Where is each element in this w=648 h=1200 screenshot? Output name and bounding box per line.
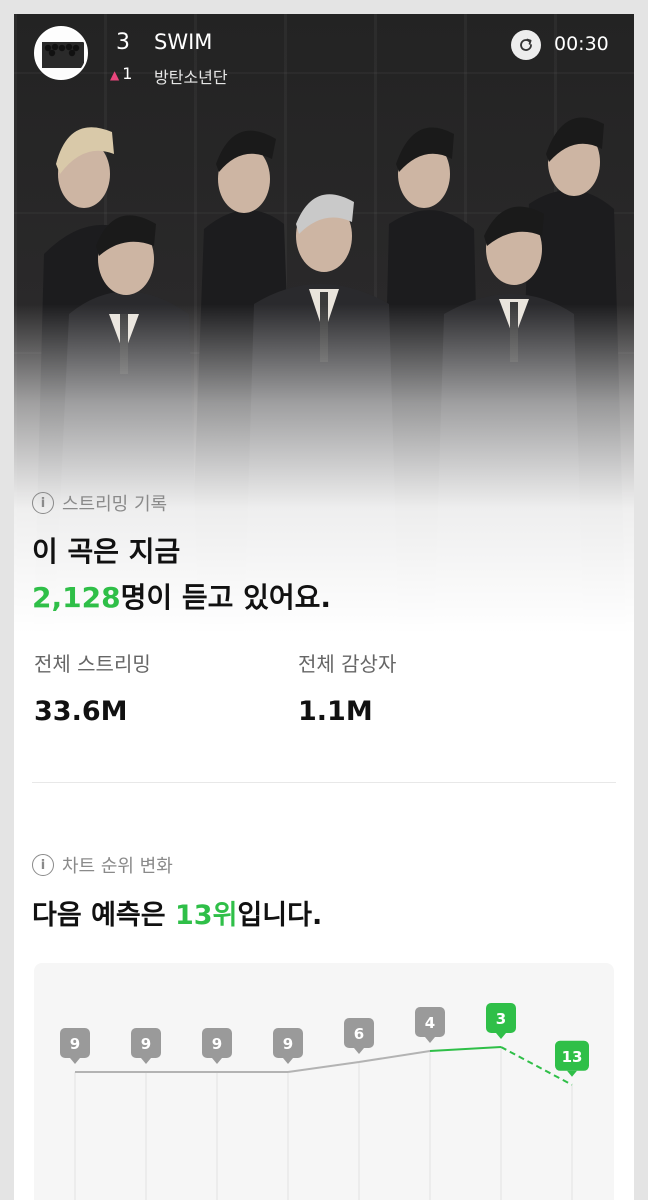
chart-series-segment	[358, 1050, 431, 1063]
rank-chart-section-title: 차트 순위 변화	[62, 856, 173, 877]
refresh-timer: 00:30	[554, 33, 609, 55]
refresh-button[interactable]	[511, 30, 541, 60]
refresh-icon	[520, 38, 532, 51]
info-icon[interactable]: i	[32, 492, 54, 514]
prediction-headline: 다음 예측은 13위입니다.	[32, 893, 322, 932]
chart-marker-pointer	[425, 1037, 435, 1043]
frame-top	[0, 0, 648, 14]
chart-rank: 3	[116, 30, 130, 55]
now-playing-header: 3 ▲ 1 SWIM 방탄소년단 00:30	[14, 14, 634, 94]
chart-marker-pointer	[354, 1048, 364, 1054]
album-thumbnail-image	[36, 28, 86, 78]
chart-marker-pointer	[212, 1058, 222, 1064]
info-icon[interactable]: i	[32, 854, 54, 876]
total-listeners-label: 전체 감상자	[298, 652, 397, 676]
prediction-prefix: 다음 예측은	[32, 900, 175, 931]
frame-left	[0, 0, 14, 1200]
chart-marker-pointer	[141, 1058, 151, 1064]
streaming-section-title: 스트리밍 기록	[62, 494, 168, 515]
rank-change-value: 1	[122, 64, 133, 83]
streaming-headline-line1: 이 곡은 지금	[32, 535, 181, 568]
rank-change: ▲ 1	[110, 64, 132, 83]
chart-rank-label: 4	[425, 1014, 435, 1032]
rank-chart: 9 9 9 9 6 4 3 13	[34, 963, 614, 1200]
rank-chart-section-label: i 차트 순위 변화	[32, 852, 173, 878]
artist-name[interactable]: 방탄소년단	[154, 64, 228, 88]
predicted-rank: 13위	[175, 900, 238, 931]
chart-rank-label: 13	[562, 1048, 583, 1066]
total-listeners-value: 1.1M	[298, 696, 373, 727]
chart-rank-label: 9	[212, 1035, 222, 1053]
streaming-headline-line2: 2,128명이 듣고 있어요.	[32, 576, 331, 616]
chart-series-segment	[287, 1061, 360, 1073]
chart-marker-pointer	[567, 1070, 577, 1077]
chart-rank-label: 9	[141, 1035, 151, 1053]
chart-rank-label: 9	[70, 1035, 80, 1053]
total-streams-label: 전체 스트리밍	[34, 652, 151, 676]
chart-rank-label: 6	[354, 1025, 364, 1043]
section-divider	[32, 782, 616, 783]
total-streams-value: 33.6M	[34, 696, 128, 727]
current-listeners: 2,128	[32, 581, 121, 614]
chart-rank-label: 3	[496, 1010, 506, 1028]
album-thumbnail[interactable]	[34, 26, 88, 80]
chart-marker-pointer	[496, 1033, 506, 1039]
rank-up-icon: ▲	[110, 68, 120, 82]
song-title[interactable]: SWIM	[154, 30, 212, 54]
chart-marker-pointer	[70, 1058, 80, 1064]
chart-rank-label: 9	[283, 1035, 293, 1053]
rank-chart-svg: 9 9 9 9 6 4 3 13	[60, 1003, 589, 1200]
chart-marker-pointer	[283, 1058, 293, 1064]
chart-series-segment	[429, 1046, 502, 1052]
frame-right	[634, 0, 648, 1200]
streaming-section-label: i 스트리밍 기록	[32, 490, 167, 516]
listeners-suffix: 명이 듣고 있어요.	[120, 581, 332, 614]
prediction-suffix: 입니다.	[237, 900, 323, 931]
